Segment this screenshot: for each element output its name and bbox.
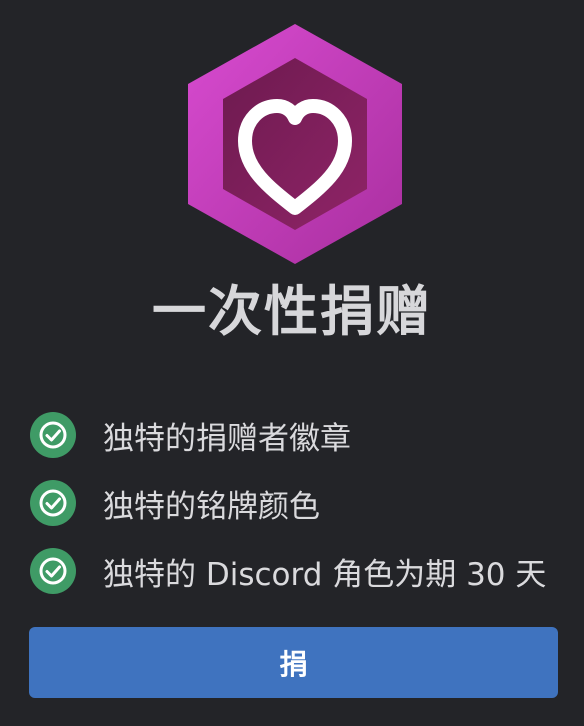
check-circle-icon [30,548,76,594]
check-circle-icon [30,412,76,458]
donate-button[interactable]: 捐 [29,627,558,698]
check-circle-icon [30,480,76,526]
list-item: 独特的铭牌颜色 [30,480,570,526]
feature-label: 独特的铭牌颜色 [103,488,320,525]
feature-list: 独特的捐赠者徽章 独特的铭牌颜色 独特的 Discord 角色为期 30 天 [30,412,570,616]
feature-label: 独特的 Discord 角色为期 30 天 [103,556,547,593]
feature-label: 独特的捐赠者徽章 [103,420,351,457]
list-item: 独特的捐赠者徽章 [30,412,570,458]
heart-hexagon-icon [182,20,408,268]
page-title: 一次性捐赠 [152,280,432,343]
list-item: 独特的 Discord 角色为期 30 天 [30,548,570,594]
